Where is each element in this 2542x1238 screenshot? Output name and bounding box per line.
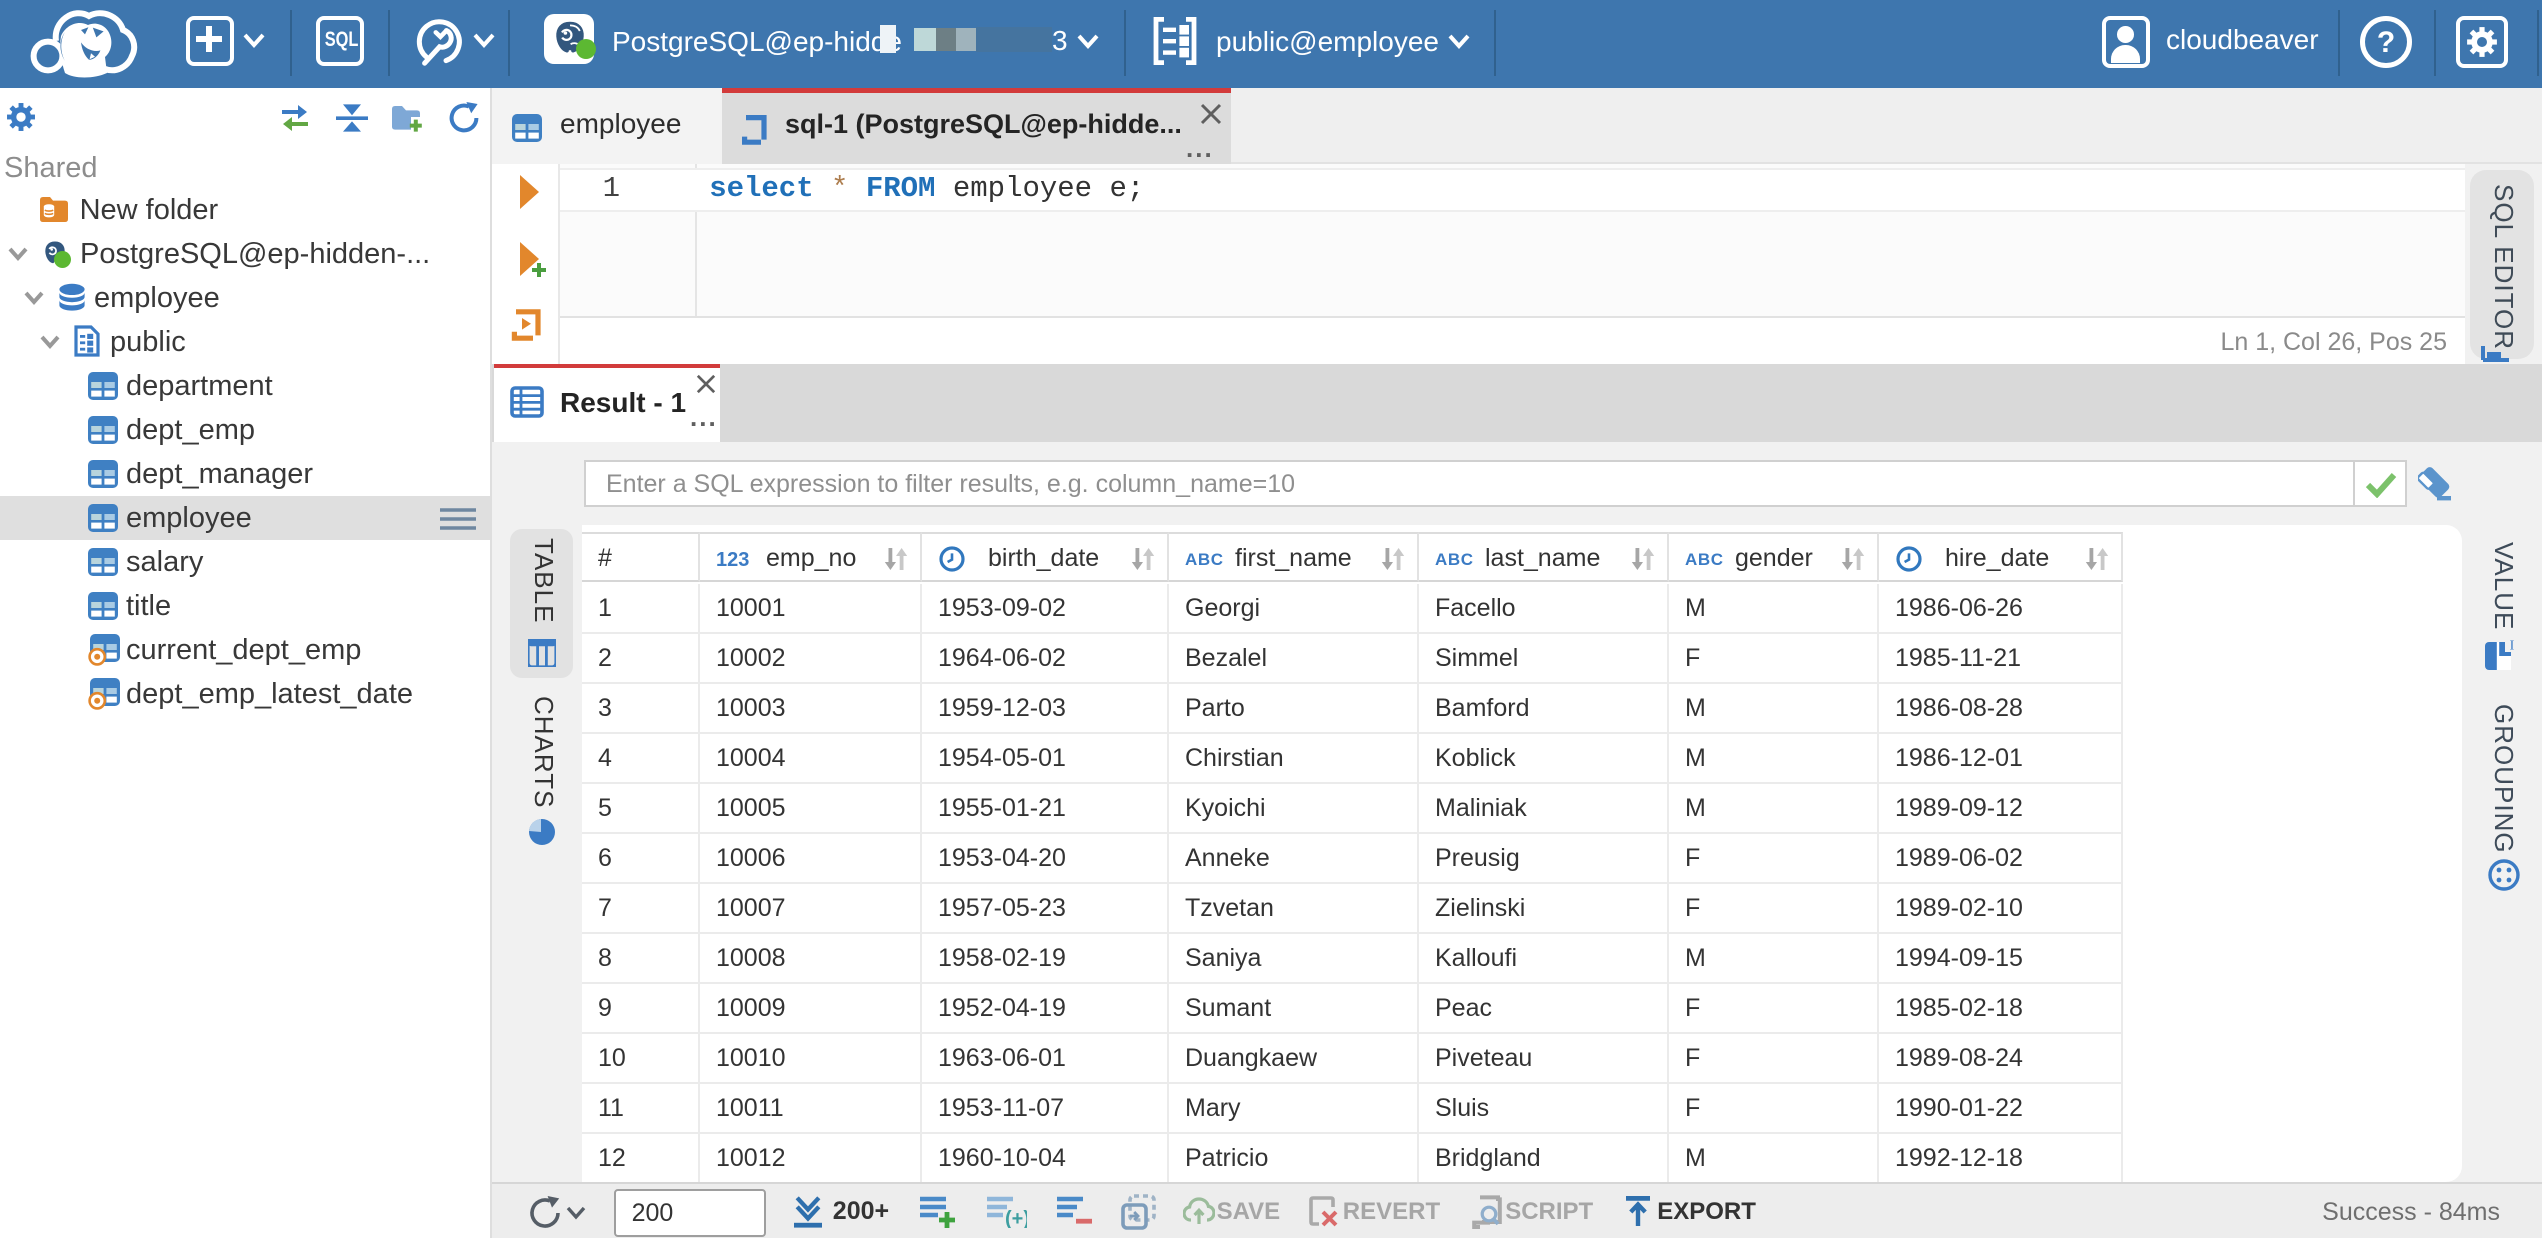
svg-text:(+): (+) bbox=[1005, 1208, 1027, 1228]
svg-text:I: I bbox=[2510, 639, 2515, 654]
